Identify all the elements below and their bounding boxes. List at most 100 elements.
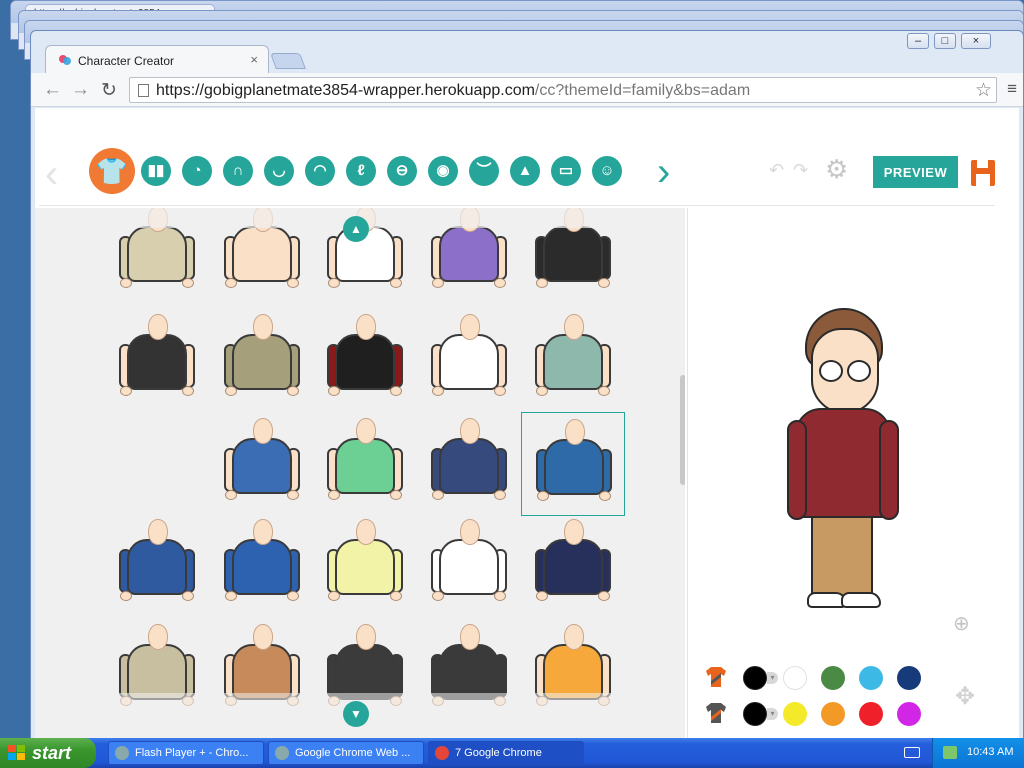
- start-label: start: [32, 743, 72, 763]
- category-lower-body-icon[interactable]: ▮▮: [141, 156, 171, 186]
- keyboard-icon[interactable]: [904, 747, 920, 758]
- outfit-item[interactable]: [210, 412, 314, 516]
- minimize-button[interactable]: –: [907, 33, 929, 49]
- category-eye-icon[interactable]: ◉: [428, 156, 458, 186]
- outfit-item[interactable]: [313, 308, 417, 412]
- browser-titlebar: Character Creator × – □ ×: [31, 31, 1023, 73]
- category-eyebrow-icon[interactable]: ︶: [469, 156, 499, 186]
- taskbar-task[interactable]: Google Chrome Web ...: [268, 741, 424, 765]
- outfit-item[interactable]: [105, 308, 209, 412]
- outfit-item[interactable]: [210, 308, 314, 412]
- scroll-down-button[interactable]: ▼: [343, 701, 369, 727]
- color-picker-dropdown-icon[interactable]: ▾: [767, 672, 778, 684]
- task-app-icon: [115, 746, 129, 760]
- network-tray-icon[interactable]: [943, 746, 957, 759]
- outfit-item[interactable]: [210, 513, 314, 617]
- favicon-icon: [59, 55, 71, 65]
- color-swatch[interactable]: [783, 666, 807, 690]
- outfit-item[interactable]: [313, 412, 417, 516]
- outfit-item[interactable]: [417, 513, 521, 617]
- outfit-hand: [120, 591, 132, 601]
- scroll-up-button[interactable]: ▲: [343, 216, 369, 242]
- reload-button[interactable]: ↻: [101, 79, 117, 102]
- back-button[interactable]: ←: [43, 79, 62, 101]
- outfit-neck: [564, 624, 584, 650]
- outfit-item[interactable]: [313, 513, 417, 617]
- outfit-hand: [390, 386, 402, 396]
- outfit-hand: [225, 386, 237, 396]
- move-icon[interactable]: ✥: [955, 682, 975, 711]
- category-facial-hair-icon[interactable]: ⊖: [387, 156, 417, 186]
- tab-close-icon[interactable]: ×: [250, 52, 258, 67]
- outfit-item[interactable]: [521, 513, 625, 617]
- outfit-hand: [598, 591, 610, 601]
- grid-scrollbar[interactable]: [680, 375, 685, 485]
- category-head-icon[interactable]: ◡: [264, 156, 294, 186]
- category-mouth-icon[interactable]: ◠: [305, 156, 335, 186]
- taskbar-task[interactable]: Flash Player + - Chro...: [108, 741, 264, 765]
- outfit-neck: [565, 419, 585, 445]
- outfit-torso: [232, 226, 292, 282]
- category-hair-icon[interactable]: ∩: [223, 156, 253, 186]
- category-nose-icon[interactable]: ▲: [510, 156, 540, 186]
- outfit-item[interactable]: [417, 308, 521, 412]
- bookmark-star-icon[interactable]: ☆: [975, 79, 992, 102]
- color-swatch[interactable]: [897, 666, 921, 690]
- character-preview: [787, 308, 899, 618]
- outfit-hand: [328, 386, 340, 396]
- page-icon: [138, 84, 149, 97]
- outfit-hand: [120, 278, 132, 288]
- outfit-hand: [390, 591, 402, 601]
- color-picker-dropdown-icon[interactable]: ▾: [767, 708, 778, 720]
- start-button[interactable]: start: [0, 738, 96, 768]
- outfit-hand: [494, 591, 506, 601]
- outfit-torso: [335, 438, 395, 494]
- color-swatch[interactable]: [859, 666, 883, 690]
- category-upper-body-icon[interactable]: 👕: [89, 148, 135, 194]
- save-floppy-icon[interactable]: [971, 160, 995, 186]
- outfit-hand: [287, 591, 299, 601]
- category-next-arrow[interactable]: ›: [657, 152, 670, 192]
- url-host: https://gobigplanetmate3854-wrapper.hero…: [156, 82, 535, 99]
- color-swatch[interactable]: [743, 666, 767, 690]
- undo-icon[interactable]: ↶: [769, 160, 784, 181]
- category-ear-icon[interactable]: ℓ: [346, 156, 376, 186]
- new-tab-button[interactable]: [270, 53, 306, 69]
- category-accessory-icon[interactable]: ☺: [592, 156, 622, 186]
- address-bar[interactable]: https://gobigplanetmate3854-wrapper.hero…: [129, 77, 997, 103]
- color-swatch[interactable]: [897, 702, 921, 726]
- close-button[interactable]: ×: [961, 33, 991, 49]
- outfit-hand: [494, 278, 506, 288]
- outfit-hand: [432, 386, 444, 396]
- zoom-in-icon[interactable]: ⊕: [953, 611, 970, 636]
- outfit-item[interactable]: [521, 412, 625, 516]
- outfit-item[interactable]: [105, 513, 209, 617]
- settings-gear-icon[interactable]: ⚙: [825, 154, 848, 185]
- outfit-torso: [543, 539, 603, 595]
- outfit-torso: [439, 438, 499, 494]
- color-swatch[interactable]: [859, 702, 883, 726]
- outfit-torso: [543, 644, 603, 700]
- outfit-neck: [356, 624, 376, 650]
- tab-character-creator[interactable]: Character Creator ×: [45, 45, 269, 73]
- chrome-menu-icon[interactable]: ≡: [1007, 79, 1017, 99]
- outfit-item[interactable]: [521, 308, 625, 412]
- forward-button[interactable]: →: [71, 79, 90, 101]
- category-face-shape-icon[interactable]: ◔: [182, 156, 212, 186]
- taskbar-task[interactable]: 7 Google Chrome: [428, 741, 584, 765]
- outfit-item[interactable]: [417, 412, 521, 516]
- category-glasses-icon[interactable]: ▭: [551, 156, 581, 186]
- redo-icon[interactable]: ↷: [793, 160, 808, 181]
- outfit-neck: [253, 314, 273, 340]
- preview-button[interactable]: PREVIEW: [873, 156, 958, 188]
- category-prev-arrow[interactable]: ‹: [45, 154, 58, 194]
- outfit-hand: [182, 591, 194, 601]
- color-swatch[interactable]: [821, 666, 845, 690]
- color-swatch[interactable]: [821, 702, 845, 726]
- color-swatch[interactable]: [743, 702, 767, 726]
- maximize-button[interactable]: □: [934, 33, 956, 49]
- shirt-primary-icon: [706, 667, 726, 687]
- color-swatch[interactable]: [783, 702, 807, 726]
- outfit-hand: [599, 491, 611, 501]
- outfit-neck: [460, 418, 480, 444]
